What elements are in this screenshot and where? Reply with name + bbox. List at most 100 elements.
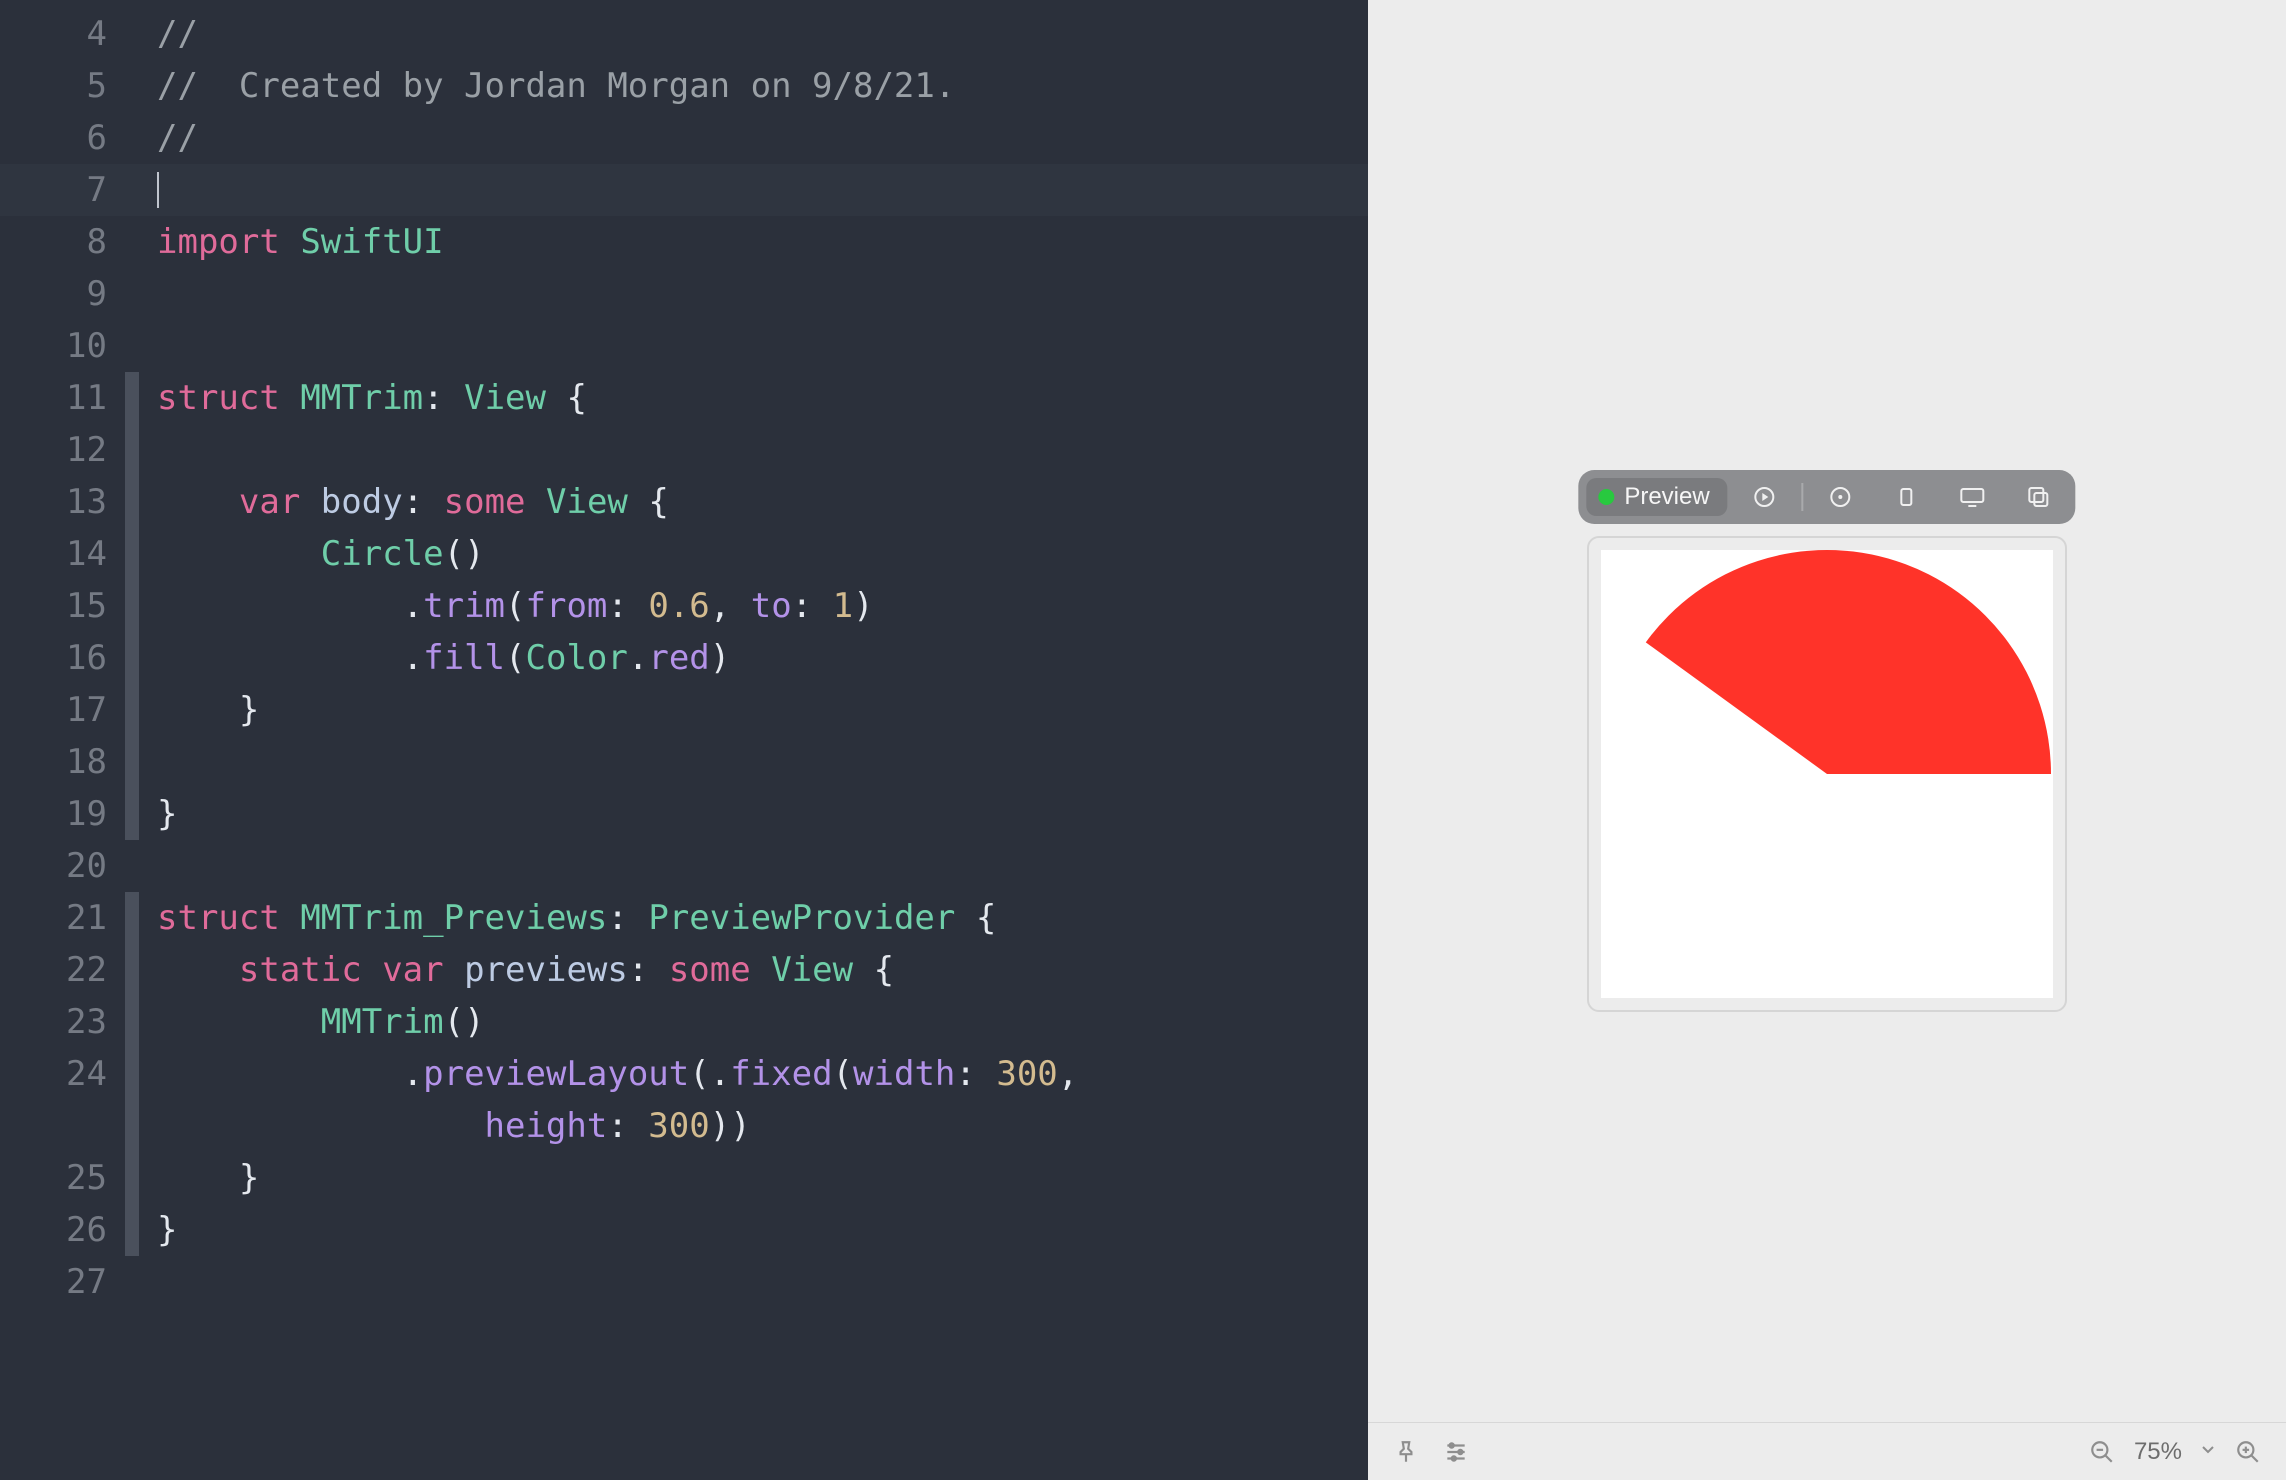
code-line[interactable]: 21 struct MMTrim_Previews: PreviewProvide… <box>0 892 1368 944</box>
code-content[interactable]: Circle() <box>157 528 485 580</box>
fold-ribbon[interactable] <box>125 1204 139 1256</box>
preview-toolbar-label: Preview <box>1624 483 1709 511</box>
code-editor[interactable]: 4//5// Created by Jordan Morgan on 9/8/2… <box>0 0 1368 1480</box>
text-cursor <box>157 172 159 208</box>
inspect-button[interactable] <box>1812 478 1870 516</box>
code-line[interactable]: 12 <box>0 424 1368 476</box>
code-line[interactable]: 16 .fill(Color.red) <box>0 632 1368 684</box>
code-line[interactable]: 14 Circle() <box>0 528 1368 580</box>
zoom-level-label: 75% <box>2134 1438 2182 1466</box>
code-line[interactable]: 4// <box>0 8 1368 60</box>
fold-ribbon[interactable] <box>125 372 139 424</box>
line-number: 15 <box>0 580 125 632</box>
fold-ribbon[interactable] <box>125 1152 139 1204</box>
line-number: 7 <box>0 164 125 216</box>
line-number: 17 <box>0 684 125 736</box>
fold-ribbon[interactable] <box>125 788 139 840</box>
code-line[interactable]: 8 import SwiftUI <box>0 216 1368 268</box>
fold-ribbon[interactable] <box>125 684 139 736</box>
code-line[interactable]: 13 var body: some View { <box>0 476 1368 528</box>
line-number: 25 <box>0 1152 125 1204</box>
code-line[interactable]: 11 struct MMTrim: View { <box>0 372 1368 424</box>
code-line-container: 4//5// Created by Jordan Morgan on 9/8/2… <box>0 0 1368 1308</box>
code-line[interactable]: 19} <box>0 788 1368 840</box>
zoom-out-button[interactable] <box>2088 1438 2116 1466</box>
preview-toolbar: Preview <box>1578 470 2075 524</box>
code-line[interactable]: height: 300)) <box>0 1100 1368 1152</box>
code-content[interactable] <box>157 164 159 216</box>
code-content[interactable]: } <box>157 1204 177 1256</box>
code-line[interactable]: 15 .trim(from: 0.6, to: 1) <box>0 580 1368 632</box>
code-line[interactable]: 18 <box>0 736 1368 788</box>
code-line[interactable]: 7 <box>0 164 1368 216</box>
code-line[interactable]: 26} <box>0 1204 1368 1256</box>
line-number: 11 <box>0 372 125 424</box>
zoom-in-button[interactable] <box>2234 1438 2262 1466</box>
line-number: 16 <box>0 632 125 684</box>
fold-ribbon[interactable] <box>125 424 139 476</box>
variants-button[interactable] <box>2010 478 2068 516</box>
adjustments-icon[interactable] <box>1442 1438 1470 1466</box>
fold-ribbon[interactable] <box>125 476 139 528</box>
code-line[interactable]: 24 .previewLayout(.fixed(width: 300, <box>0 1048 1368 1100</box>
preview-device-frame <box>1587 536 2067 1012</box>
code-content[interactable]: struct MMTrim: View { <box>157 372 587 424</box>
code-line[interactable]: 17 } <box>0 684 1368 736</box>
code-content[interactable]: .trim(from: 0.6, to: 1) <box>157 580 874 632</box>
preview-canvas-area[interactable]: Preview <box>1368 0 2286 1422</box>
line-number: 23 <box>0 996 125 1048</box>
code-line[interactable]: 27 <box>0 1256 1368 1308</box>
line-number: 22 <box>0 944 125 996</box>
code-line[interactable]: 6// <box>0 112 1368 164</box>
fold-ribbon[interactable] <box>125 996 139 1048</box>
preview-rendered-view <box>1601 550 2053 998</box>
line-number: 24 <box>0 1048 125 1100</box>
code-content[interactable]: MMTrim() <box>157 996 485 1048</box>
code-content[interactable]: static var previews: some View { <box>157 944 894 996</box>
code-content[interactable]: .fill(Color.red) <box>157 632 730 684</box>
line-number: 21 <box>0 892 125 944</box>
status-dot-icon <box>1598 489 1614 505</box>
code-content[interactable]: var body: some View { <box>157 476 669 528</box>
code-content[interactable]: import SwiftUI <box>157 216 444 268</box>
pin-icon[interactable] <box>1392 1438 1420 1466</box>
play-button[interactable] <box>1736 478 1794 516</box>
fold-ribbon[interactable] <box>125 944 139 996</box>
preview-live-button[interactable]: Preview <box>1586 478 1727 516</box>
code-line[interactable]: 10 <box>0 320 1368 372</box>
fold-ribbon[interactable] <box>125 528 139 580</box>
line-number: 14 <box>0 528 125 580</box>
code-line[interactable]: 5// Created by Jordan Morgan on 9/8/21. <box>0 60 1368 112</box>
code-line[interactable]: 23 MMTrim() <box>0 996 1368 1048</box>
fold-ribbon[interactable] <box>125 736 139 788</box>
code-line[interactable]: 9 <box>0 268 1368 320</box>
device-button[interactable] <box>1878 478 1936 516</box>
on-device-button[interactable] <box>1944 478 2002 516</box>
fold-ribbon[interactable] <box>125 1100 139 1152</box>
code-line[interactable]: 25 } <box>0 1152 1368 1204</box>
code-line[interactable]: 22 static var previews: some View { <box>0 944 1368 996</box>
fold-ribbon[interactable] <box>125 892 139 944</box>
code-content[interactable]: } <box>157 788 177 840</box>
line-number: 12 <box>0 424 125 476</box>
code-content[interactable]: // <box>157 8 198 60</box>
code-content[interactable]: struct MMTrim_Previews: PreviewProvider … <box>157 892 996 944</box>
fold-ribbon[interactable] <box>125 580 139 632</box>
zoom-menu-chevron-icon[interactable] <box>2200 1441 2216 1462</box>
code-content[interactable]: .previewLayout(.fixed(width: 300, <box>157 1048 1078 1100</box>
code-content[interactable]: height: 300)) <box>157 1100 751 1152</box>
toolbar-divider <box>1802 483 1804 511</box>
line-number: 9 <box>0 268 125 320</box>
line-number: 10 <box>0 320 125 372</box>
rendered-circle-trim <box>1601 550 2053 998</box>
code-content[interactable]: // <box>157 112 198 164</box>
preview-canvas-panel: Preview <box>1368 0 2286 1480</box>
code-content[interactable]: } <box>157 684 259 736</box>
fold-ribbon[interactable] <box>125 632 139 684</box>
line-number: 8 <box>0 216 125 268</box>
code-content[interactable]: // Created by Jordan Morgan on 9/8/21. <box>157 60 955 112</box>
fold-ribbon[interactable] <box>125 1048 139 1100</box>
line-number: 20 <box>0 840 125 892</box>
code-content[interactable]: } <box>157 1152 259 1204</box>
code-line[interactable]: 20 <box>0 840 1368 892</box>
